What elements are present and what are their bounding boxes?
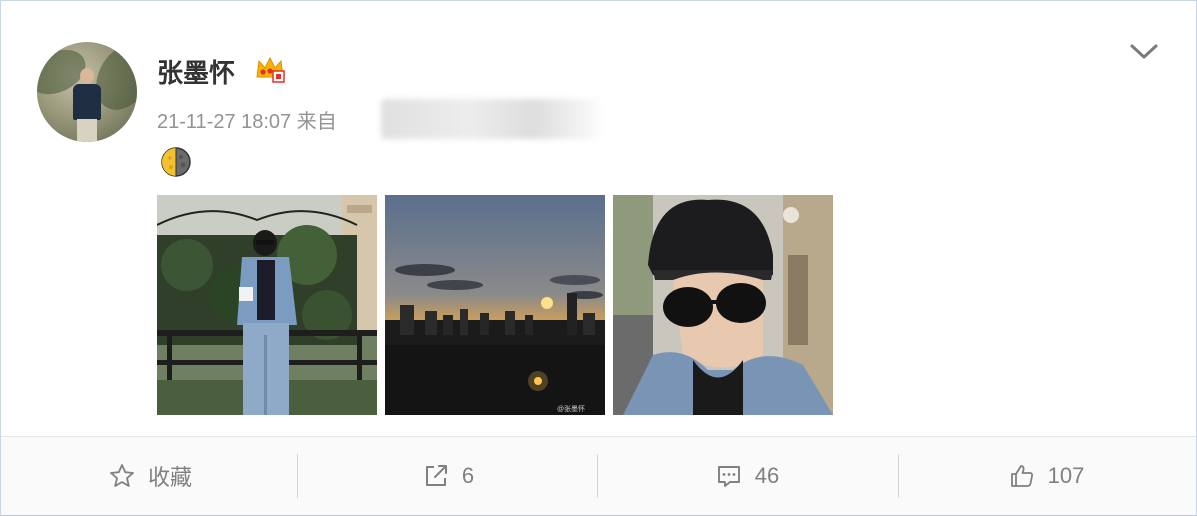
blurred-source <box>381 99 599 139</box>
post-card: 张墨怀 21-11-27 18:07 来自 @张墨怀 收藏 6 46 107 <box>0 0 1197 516</box>
like-button[interactable]: 107 <box>897 437 1195 515</box>
comment-count: 46 <box>754 463 780 488</box>
like-count: 107 <box>1047 463 1085 488</box>
photo-3[interactable] <box>613 195 833 415</box>
thumbs-up-icon <box>1010 465 1033 487</box>
source-prefix: 来自 <box>296 111 337 133</box>
comment-icon <box>717 466 740 487</box>
favorite-label: 收藏 <box>147 465 192 490</box>
repost-button[interactable]: 6 <box>299 437 597 515</box>
repost-count: 6 <box>461 463 475 488</box>
photo-1[interactable] <box>157 195 377 415</box>
post-meta: 21-11-27 18:07 来自 <box>157 105 337 134</box>
divider <box>297 454 298 498</box>
crown-badge-icon[interactable] <box>254 53 286 83</box>
star-icon <box>110 464 134 487</box>
chevron-down-icon[interactable] <box>1129 41 1159 63</box>
username[interactable]: 张墨怀 <box>157 53 235 90</box>
avatar[interactable] <box>37 42 137 142</box>
share-icon <box>425 465 447 486</box>
comment-button[interactable]: 46 <box>598 437 896 515</box>
favorite-button[interactable]: 收藏 <box>1 437 299 515</box>
photo-2[interactable]: @张墨怀 <box>385 195 605 415</box>
action-bar: 收藏 6 46 107 <box>1 436 1196 515</box>
photo-watermark: @张墨怀 <box>557 404 585 413</box>
moon-emoji <box>160 146 192 178</box>
timestamp[interactable]: 21-11-27 18:07 <box>157 111 291 133</box>
